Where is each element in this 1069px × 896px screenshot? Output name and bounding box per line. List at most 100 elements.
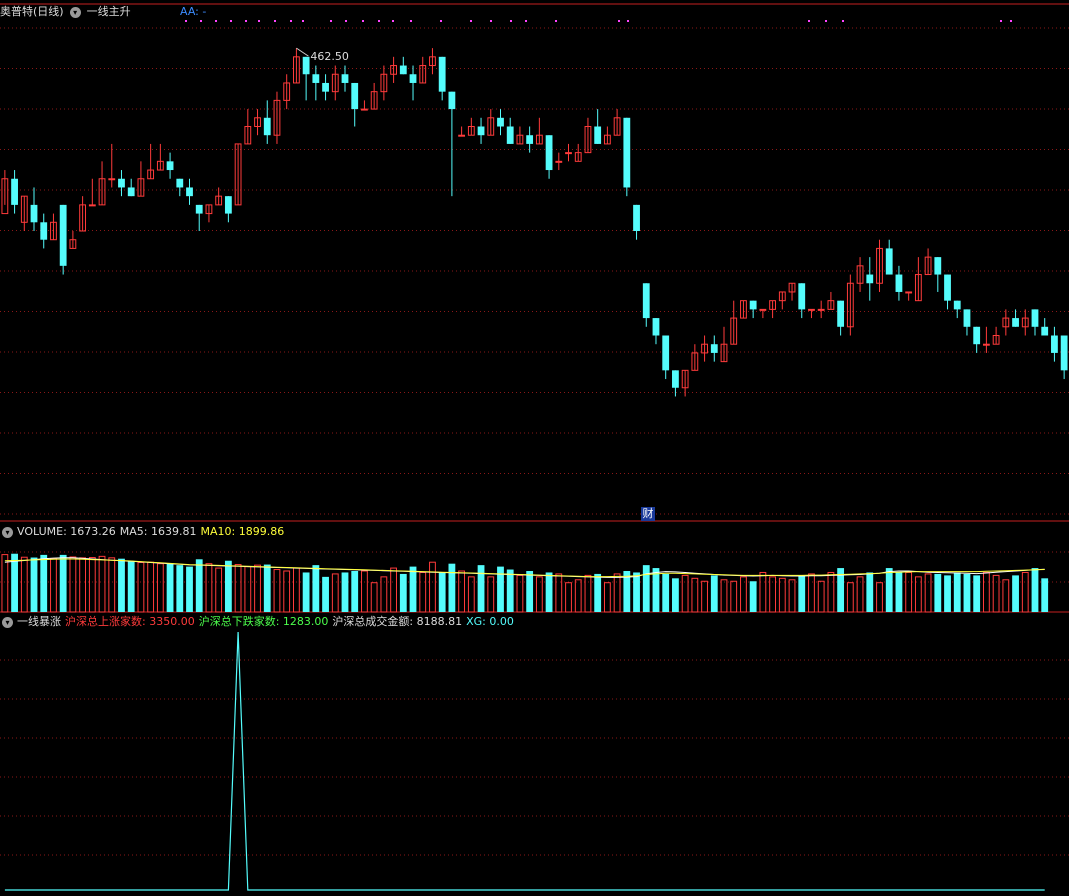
volume-bar <box>924 573 932 613</box>
volume-bar <box>701 580 708 613</box>
high-pointer <box>296 47 309 57</box>
volume-bar <box>1002 579 1010 613</box>
aa-signal-dot <box>185 20 187 22</box>
chevron-down-icon[interactable]: ▾ <box>69 6 81 18</box>
volume-bar <box>535 576 543 613</box>
candle-body <box>759 308 767 311</box>
candle-body <box>176 178 184 188</box>
volume-bar <box>778 577 786 613</box>
candle-body <box>1012 318 1019 327</box>
volume-bar <box>156 563 164 613</box>
volume-bar <box>234 564 242 613</box>
volume-bar <box>195 559 203 612</box>
volume-bar <box>672 578 679 612</box>
candle-body <box>40 222 48 240</box>
candle-body <box>594 126 602 144</box>
volume-bar <box>953 572 961 612</box>
candle-body <box>982 343 990 346</box>
volume-bar <box>740 576 747 613</box>
ma10-label: MA10: 1899.86 <box>200 525 285 538</box>
volume-bar <box>506 569 514 612</box>
candle-body <box>973 326 981 345</box>
candle-body <box>672 370 679 388</box>
volume-bar <box>808 573 815 613</box>
candle-body <box>623 117 631 188</box>
candle-body <box>263 117 271 136</box>
volume-bar <box>759 571 767 613</box>
aa-signal-dot <box>510 20 512 22</box>
volume-bar <box>574 579 582 613</box>
candle-body <box>477 126 485 136</box>
volume-bar <box>584 574 592 613</box>
candle-body <box>749 300 757 310</box>
indicator-name[interactable]: 一线主升 <box>87 5 131 18</box>
candle-body <box>438 56 446 92</box>
candle-body <box>963 309 971 327</box>
volume-bar <box>710 575 718 612</box>
candle-body <box>837 300 845 327</box>
volume-bar <box>681 574 689 613</box>
chevron-down-icon[interactable]: ▾ <box>2 526 13 538</box>
candle-body <box>944 274 951 301</box>
aa-signal-dot <box>392 20 394 22</box>
volume-bar <box>846 582 854 613</box>
candle-body <box>1060 335 1068 371</box>
candle-body <box>108 178 116 181</box>
candle-body <box>118 178 125 188</box>
volume-bar <box>254 564 261 613</box>
volume-bar <box>526 571 534 612</box>
volume-bar <box>720 579 728 613</box>
total-amount: 沪深总成交金额: 8188.81 <box>332 615 463 628</box>
volume-bar <box>982 571 990 613</box>
candle-body <box>1041 326 1049 336</box>
candle-body <box>59 204 67 266</box>
volume-bar <box>905 571 913 613</box>
aa-signal-dot <box>440 20 442 22</box>
aa-signal-dot <box>842 20 844 22</box>
candle-body <box>30 204 38 223</box>
candle-body <box>798 283 806 310</box>
aa-value: AA: - <box>180 5 207 18</box>
aa-signal-dot <box>378 20 380 22</box>
chart-canvas: 462.50 <box>0 3 1069 891</box>
stock-title: 奥普特(日线) <box>0 5 64 18</box>
volume-bar <box>147 561 155 613</box>
volume-bar <box>351 571 359 612</box>
volume-bar <box>176 565 184 612</box>
volume-bar <box>186 566 193 612</box>
candle-body <box>195 204 203 214</box>
candle-body <box>166 161 174 171</box>
finance-marker[interactable]: 财 <box>641 507 655 521</box>
volume-bar <box>40 554 48 612</box>
volume-bar <box>370 582 378 613</box>
volume-bar <box>380 576 388 613</box>
volume-bar <box>399 573 407 612</box>
aa-signal-dot <box>330 20 332 22</box>
volume-bar <box>361 570 368 613</box>
volume-bar <box>293 567 300 613</box>
volume-bar <box>263 564 271 612</box>
volume-bar <box>565 582 572 613</box>
volume-bar <box>516 574 524 613</box>
aa-signal-dot <box>410 20 412 22</box>
volume-bar <box>283 570 291 613</box>
volume-bar <box>205 563 213 613</box>
candle-body <box>885 248 893 275</box>
volume-bar <box>20 556 28 613</box>
volume-bar <box>118 558 125 612</box>
chevron-down-icon[interactable]: ▾ <box>2 616 13 628</box>
volume-bar <box>30 557 38 612</box>
candle-body <box>545 135 553 171</box>
volume-bar <box>652 568 660 612</box>
aa-signal-dot <box>555 20 557 22</box>
volume-bar <box>662 573 670 612</box>
candle-body <box>448 91 456 110</box>
xg-value: XG: 0.00 <box>466 615 514 628</box>
aa-signal-dot <box>1010 20 1012 22</box>
volume-bar <box>1012 575 1019 612</box>
aa-signal-dot <box>290 20 292 22</box>
volume-bar <box>895 572 903 612</box>
volume-bar <box>215 567 223 613</box>
volume-bar <box>390 567 397 613</box>
volume-bar <box>876 582 883 613</box>
